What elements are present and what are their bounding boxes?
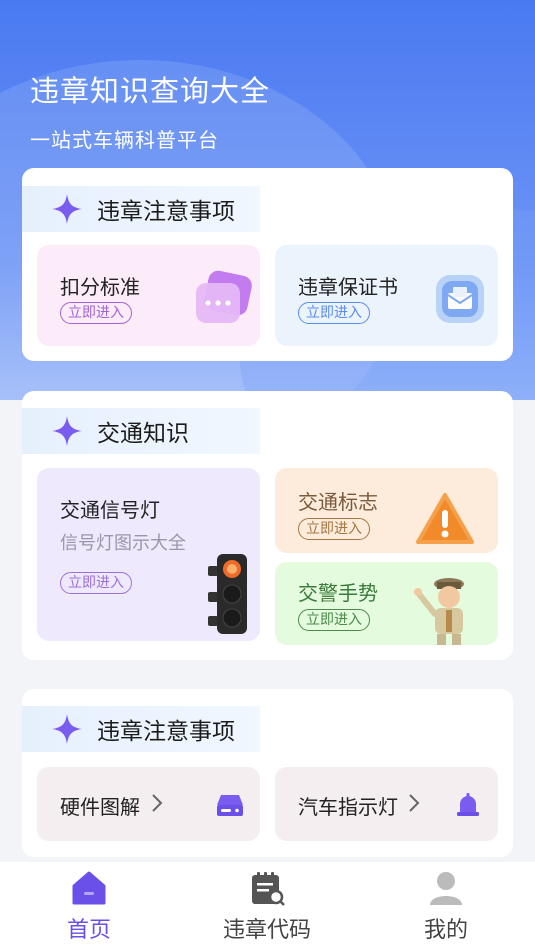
tile-police-gestures[interactable]: 交警手势 立即进入 — [275, 562, 498, 645]
warning-sign-icon — [416, 493, 474, 544]
police-figure-icon — [414, 578, 464, 645]
section-card-vehicle-guide: 违章注意事项 硬件图解 汽车指示灯 — [22, 689, 513, 857]
chevron-right-icon — [409, 794, 420, 812]
home-icon — [72, 871, 106, 905]
tile-penalty-points[interactable]: 扣分标准 立即进入 — [37, 245, 260, 346]
tab-violation-codes[interactable]: 违章代码 — [197, 862, 337, 951]
enter-button[interactable]: 立即进入 — [298, 302, 370, 324]
tile-title: 交警手势 — [298, 583, 378, 605]
tile-hardware-diagram[interactable]: 硬件图解 — [37, 767, 260, 841]
bottom-tab-bar: 首页 违章代码 我的 — [0, 862, 535, 951]
sparkle-icon — [52, 416, 82, 446]
user-icon — [430, 872, 462, 905]
tab-profile[interactable]: 我的 — [376, 862, 516, 951]
hard-drive-icon — [217, 795, 243, 816]
enter-button[interactable]: 立即进入 — [298, 518, 370, 540]
tile-title: 交通信号灯 — [60, 500, 160, 522]
tile-description: 信号灯图示大全 — [60, 533, 186, 553]
tab-label: 我的 — [423, 917, 468, 942]
page-title: 违章知识查询大全 — [30, 76, 271, 108]
chat-bubble-icon — [196, 270, 252, 323]
tile-violation-guarantee[interactable]: 违章保证书 立即进入 — [275, 245, 498, 346]
section-title: 交通知识 — [97, 420, 189, 446]
tab-home[interactable]: 首页 — [19, 862, 159, 951]
enter-button[interactable]: 立即进入 — [60, 572, 132, 594]
tile-traffic-lights[interactable]: 交通信号灯 信号灯图示大全 立即进入 — [37, 468, 260, 641]
tile-title: 违章保证书 — [298, 277, 398, 299]
page-subtitle: 一站式车辆科普平台 — [30, 130, 219, 152]
section-header: 违章注意事项 — [22, 186, 260, 232]
tile-title: 扣分标准 — [60, 277, 140, 299]
section-header: 违章注意事项 — [22, 706, 260, 752]
traffic-light-icon — [208, 554, 247, 634]
sparkle-icon — [52, 714, 82, 744]
tab-label: 违章代码 — [222, 917, 311, 942]
chevron-right-icon — [152, 794, 163, 812]
mail-icon — [436, 275, 484, 323]
section-title: 违章注意事项 — [97, 718, 235, 744]
tab-label: 首页 — [66, 917, 111, 942]
code-doc-icon — [252, 872, 285, 906]
section-header: 交通知识 — [22, 408, 260, 454]
tile-title: 汽车指示灯 — [298, 797, 398, 819]
section-title: 违章注意事项 — [97, 198, 235, 224]
tile-title: 交通标志 — [298, 492, 378, 514]
enter-button[interactable]: 立即进入 — [60, 302, 132, 324]
tile-title: 硬件图解 — [60, 797, 140, 819]
alarm-light-icon — [457, 793, 479, 816]
tile-car-indicators[interactable]: 汽车指示灯 — [275, 767, 498, 841]
sparkle-icon — [52, 194, 82, 224]
section-card-traffic-knowledge: 交通知识 交通信号灯 信号灯图示大全 立即进入 交通标志 立即进入 交警手势 立… — [22, 391, 513, 660]
tile-traffic-signs[interactable]: 交通标志 立即进入 — [275, 468, 498, 553]
section-card-violation-notes: 违章注意事项 扣分标准 立即进入 违章保证书 立即进入 — [22, 168, 513, 361]
enter-button[interactable]: 立即进入 — [298, 609, 370, 631]
